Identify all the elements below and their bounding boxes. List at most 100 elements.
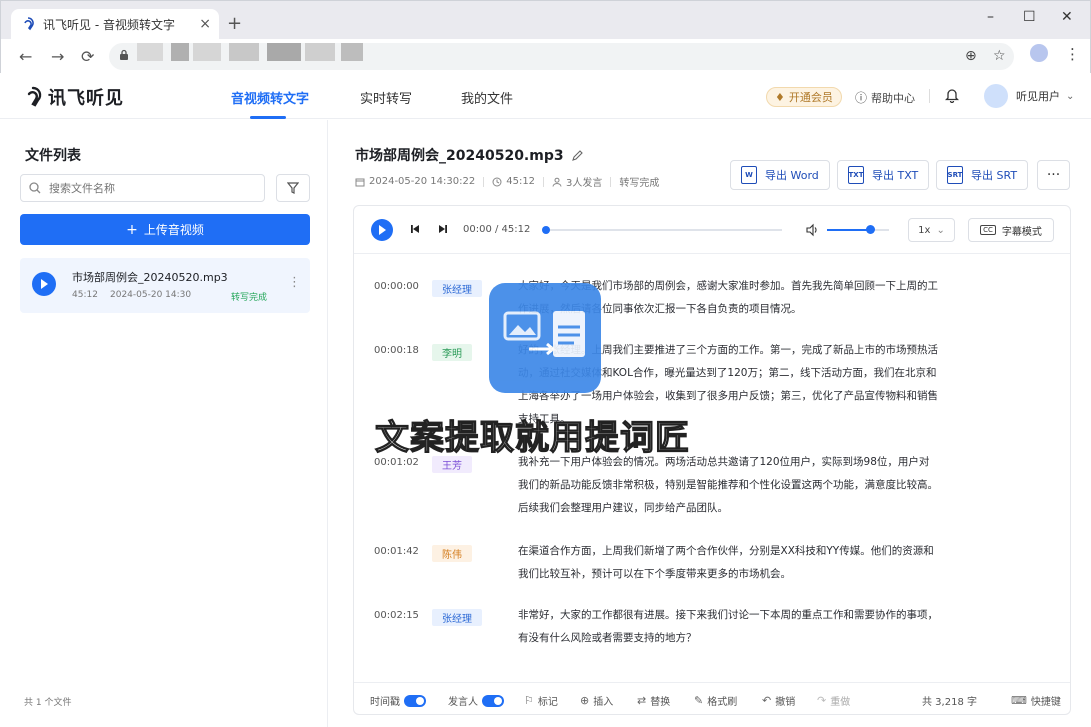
help-center-link[interactable]: ⓘ 帮助中心 — [855, 89, 915, 106]
replace-label: 替换 — [650, 697, 671, 708]
tab-close-icon[interactable]: × — [199, 16, 211, 32]
search-box[interactable] — [20, 174, 265, 202]
progress-track[interactable] — [542, 229, 782, 231]
replace-button[interactable]: ⇄ 替换 — [637, 693, 670, 708]
cc-icon: CC — [980, 225, 996, 235]
lock-icon — [120, 49, 128, 60]
browser-menu-icon[interactable]: ⋮ — [1065, 45, 1080, 63]
browser-tab[interactable]: 讯飞听见 - 音视频转文字 × — [11, 9, 219, 39]
more-options-button[interactable]: ··· — [1037, 160, 1070, 190]
app-logo[interactable]: 讯飞听见 — [24, 84, 124, 110]
volume-icon[interactable] — [805, 223, 819, 237]
export-word-button[interactable]: W 导出 Word — [730, 160, 830, 190]
timestamp-switch[interactable] — [404, 694, 426, 707]
nav-tab-transcribe[interactable]: 音视频转文字 — [231, 88, 309, 107]
reload-icon[interactable]: ⟳ — [81, 47, 94, 66]
nav-tab-realtime[interactable]: 实时转写 — [360, 88, 412, 107]
speaker-tag[interactable]: 李明 — [432, 344, 472, 361]
volume-knob[interactable] — [866, 225, 876, 234]
speaker-tag[interactable]: 张经理 — [432, 280, 482, 297]
logo-icon — [27, 86, 42, 107]
mark-button[interactable]: ⚐ 标记 — [524, 693, 558, 708]
search-input[interactable] — [47, 180, 247, 196]
segment-text[interactable]: 我补充一下用户体验会的情况。两场活动总共邀请了120位用户，实际到场98位，用户… — [518, 451, 938, 520]
user-menu[interactable]: 听见用户 ⌄ — [984, 84, 1074, 108]
progress-knob[interactable] — [542, 226, 550, 234]
speaker-toggle[interactable]: 发言人 — [448, 693, 504, 708]
format-painter-button[interactable]: ✎ 格式刷 — [694, 693, 737, 708]
timestamp-toggle[interactable]: 时间戳 — [370, 693, 426, 708]
segment-time[interactable]: 00:02:15 — [374, 610, 419, 621]
redo-icon: ↷ — [817, 694, 827, 707]
new-tab-button[interactable]: + — [227, 13, 242, 34]
plus-circle-icon: ⊕ — [580, 694, 590, 707]
meta-divider — [610, 176, 612, 187]
help-label: 帮助中心 — [871, 91, 916, 105]
player-time: 00:00 / 45:12 — [463, 224, 531, 235]
volume-fill — [827, 229, 871, 231]
segment-time[interactable]: 00:00:18 — [374, 345, 419, 356]
bell-icon[interactable] — [945, 87, 959, 103]
export-srt-button[interactable]: SRT 导出 SRT — [936, 160, 1029, 190]
app-header: 讯飞听见 音视频转文字 实时转写 我的文件 ♦ 开通会员 ⓘ 帮助中心 听见用户… — [0, 73, 1091, 119]
meta-duration: 45:12 — [492, 176, 535, 187]
subtitle-mode-button[interactable]: CC 字幕模式 — [968, 218, 1054, 242]
vip-button[interactable]: ♦ 开通会员 — [766, 87, 842, 107]
undo-icon: ↶ — [762, 694, 772, 707]
transcript-panel: 00:00 / 45:12 1x ⌄ CC 字幕模式 00:00:00 张经理 … — [353, 205, 1071, 715]
window-close-button[interactable]: ✕ — [1061, 9, 1073, 25]
file-more-icon[interactable]: ⋮ — [288, 275, 301, 290]
browser-profile-avatar[interactable] — [1030, 44, 1048, 62]
play-icon — [41, 279, 48, 289]
player-play-button[interactable] — [371, 219, 393, 241]
diamond-icon: ♦ — [775, 90, 785, 104]
meta-divider — [543, 176, 545, 187]
filter-button[interactable] — [276, 174, 310, 202]
txt-file-icon: TXT — [848, 166, 864, 184]
minimize-button[interactable]: – — [987, 9, 994, 25]
srt-file-icon: SRT — [947, 166, 963, 184]
speaker-switch[interactable] — [482, 694, 504, 707]
bookmark-star-icon[interactable]: ☆ — [993, 48, 1006, 64]
watermark-logo — [489, 283, 601, 393]
edit-pencil-icon[interactable] — [571, 149, 583, 161]
nav-active-indicator — [250, 116, 286, 119]
segment-time[interactable]: 00:01:42 — [374, 546, 419, 557]
maximize-button[interactable]: ☐ — [1023, 9, 1036, 25]
address-bar[interactable]: ⊕ ☆ — [109, 43, 1014, 70]
speed-select[interactable]: 1x ⌄ — [908, 218, 955, 242]
vip-label: 开通会员 — [788, 91, 833, 104]
play-icon — [379, 225, 386, 235]
meta-divider — [483, 176, 485, 187]
forward-arrow-icon[interactable]: → — [51, 47, 64, 66]
undo-button[interactable]: ↶ 撤销 — [762, 693, 795, 708]
url-blur — [137, 43, 163, 61]
segment-time[interactable]: 00:00:00 — [374, 281, 419, 292]
segment-text[interactable]: 非常好，大家的工作都很有进展。接下来我们讨论一下本周的重点工作和需要协作的事项，… — [518, 604, 938, 650]
meta-duration-text: 45:12 — [506, 176, 536, 187]
insert-button[interactable]: ⊕ 插入 — [580, 693, 613, 708]
file-duration: 45:12 — [72, 290, 98, 300]
chevron-down-icon: ⌄ — [1066, 90, 1075, 102]
export-txt-label: 导出 TXT — [872, 169, 919, 182]
file-title-text: 市场部周例会_20240520.mp3 — [355, 148, 564, 164]
export-txt-button[interactable]: TXT 导出 TXT — [837, 160, 930, 190]
file-list-item[interactable]: 市场部周例会_20240520.mp3 45:12 2024-05-20 14:… — [20, 258, 310, 313]
shortcuts-button[interactable]: ⌨ 快捷键 — [1011, 693, 1061, 708]
segment-text[interactable]: 在渠道合作方面，上周我们新增了两个合作伙伴，分别是XX科技和YY传媒。他们的资源… — [518, 540, 938, 586]
clock-icon — [492, 177, 502, 186]
upload-button[interactable]: + 上传音视频 — [20, 214, 310, 245]
speaker-tag[interactable]: 张经理 — [432, 609, 482, 626]
skip-forward-icon[interactable] — [438, 224, 448, 234]
file-name: 市场部周例会_20240520.mp3 — [72, 271, 228, 284]
shortcuts-label: 快捷键 — [1030, 697, 1061, 708]
zoom-icon[interactable]: ⊕ — [965, 48, 977, 64]
chevron-down-icon: ⌄ — [936, 224, 945, 236]
back-arrow-icon[interactable]: ← — [19, 47, 32, 66]
skip-back-icon[interactable] — [410, 224, 420, 234]
file-play-button[interactable] — [32, 272, 56, 296]
nav-tab-my-files[interactable]: 我的文件 — [461, 88, 513, 107]
speaker-tag[interactable]: 陈伟 — [432, 545, 472, 562]
redo-label: 重做 — [830, 697, 851, 708]
redo-button[interactable]: ↷ 重做 — [817, 693, 850, 708]
